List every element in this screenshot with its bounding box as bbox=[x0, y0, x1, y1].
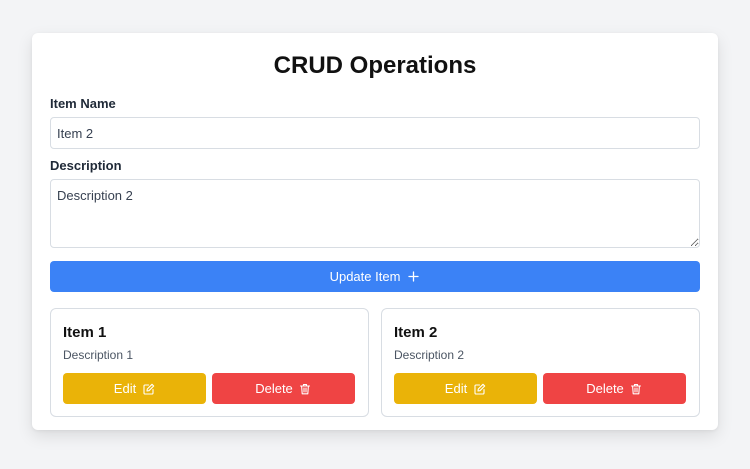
description-textarea[interactable]: Description 2 bbox=[50, 179, 700, 248]
item-actions: Edit Delete bbox=[63, 373, 356, 404]
item-title: Item 2 bbox=[394, 324, 438, 341]
item-actions: Edit Delete bbox=[394, 373, 687, 404]
update-item-label: Update Item bbox=[329, 269, 401, 284]
edit-button[interactable]: Edit bbox=[394, 373, 537, 404]
item-card: Item 2 Description 2 Edit Delete bbox=[381, 308, 700, 417]
trash-icon bbox=[299, 382, 312, 395]
item-description: Description 2 bbox=[394, 348, 465, 362]
plus-icon bbox=[407, 270, 420, 283]
description-label: Description bbox=[50, 158, 122, 173]
delete-button[interactable]: Delete bbox=[543, 373, 686, 404]
update-item-button[interactable]: Update Item bbox=[50, 261, 700, 292]
trash-icon bbox=[630, 382, 643, 395]
item-name-label: Item Name bbox=[50, 96, 116, 111]
items-list: Item 1 Description 1 Edit Delete Item 2 … bbox=[50, 308, 700, 417]
pencil-square-icon bbox=[473, 382, 486, 395]
item-description: Description 1 bbox=[63, 348, 134, 362]
crud-card: CRUD Operations Item Name Description De… bbox=[32, 33, 718, 430]
edit-label: Edit bbox=[444, 381, 468, 396]
edit-button[interactable]: Edit bbox=[63, 373, 206, 404]
page-title: CRUD Operations bbox=[273, 52, 477, 79]
edit-label: Edit bbox=[113, 381, 137, 396]
delete-label: Delete bbox=[586, 381, 624, 396]
item-card: Item 1 Description 1 Edit Delete bbox=[50, 308, 369, 417]
pencil-square-icon bbox=[142, 382, 155, 395]
delete-label: Delete bbox=[255, 381, 293, 396]
item-title: Item 1 bbox=[63, 324, 107, 341]
item-name-input[interactable] bbox=[50, 117, 700, 149]
delete-button[interactable]: Delete bbox=[212, 373, 355, 404]
